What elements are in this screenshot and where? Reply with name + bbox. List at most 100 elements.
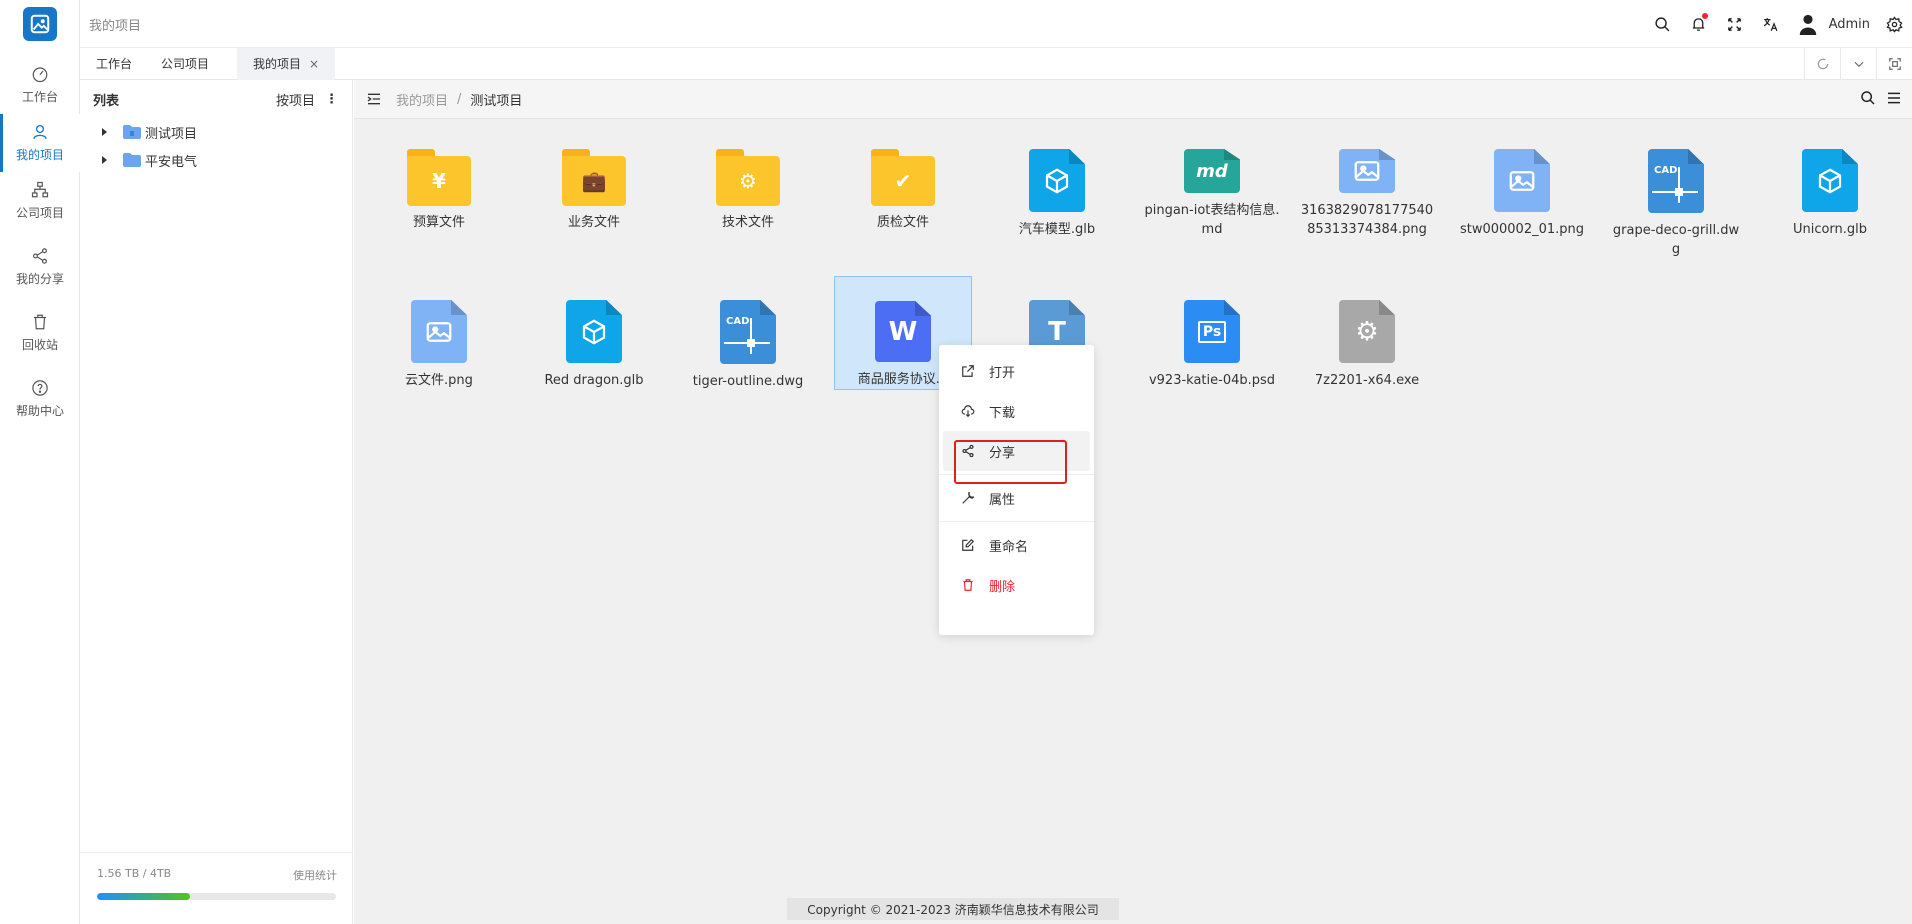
- main-toolbar: 我的项目 / 测试项目: [354, 80, 1912, 119]
- file-item[interactable]: Red dragon.glb: [525, 276, 663, 390]
- sidebar-item-label: 回收站: [21, 338, 58, 352]
- sidebar-item-dashboard[interactable]: 工作台: [0, 56, 80, 114]
- avatar: [1799, 14, 1816, 35]
- fullscreen-icon: [1728, 17, 1741, 31]
- sidebar-item-my-shares[interactable]: 我的分享: [0, 238, 80, 296]
- storage-usage-text: 1.56 TB / 4TB: [97, 867, 172, 880]
- file-type-label: md: [1196, 160, 1228, 182]
- sidebar-item-my-projects[interactable]: 我的项目: [0, 114, 80, 172]
- trash-icon: [34, 314, 46, 330]
- tab-label: 工作台: [96, 57, 133, 71]
- context-menu: 打开 下载 分享 属性 重命名 删除: [939, 345, 1094, 635]
- file-item[interactable]: ¥ 预算文件: [370, 125, 508, 239]
- tab-dropdown-button[interactable]: [1840, 48, 1876, 80]
- word-file-icon: W: [875, 301, 931, 362]
- menu-item-open[interactable]: 打开: [939, 351, 1094, 391]
- file-name: 质检文件: [876, 215, 929, 230]
- caret-right-icon[interactable]: [102, 156, 107, 164]
- tree-node-pingan-electric[interactable]: 平安电气: [80, 146, 352, 174]
- file-name: 7z2201-x64.exe: [1314, 373, 1420, 388]
- folder-icon: ⚙: [716, 149, 780, 206]
- notification-button[interactable]: [1681, 6, 1717, 42]
- wrench-icon: [962, 491, 975, 504]
- cad-file-icon: CAD: [1648, 149, 1704, 213]
- search-files-button[interactable]: [1860, 90, 1876, 106]
- user-menu[interactable]: Admin: [1797, 13, 1870, 35]
- dashboard-icon: [32, 67, 48, 83]
- file-item[interactable]: Unicorn.glb: [1761, 125, 1899, 239]
- sidebar-item-recycle-bin[interactable]: 回收站: [0, 304, 80, 362]
- breadcrumb-parent[interactable]: 我的项目: [396, 90, 448, 109]
- caret-right-icon[interactable]: [102, 128, 107, 136]
- maximize-button[interactable]: [1876, 48, 1912, 80]
- menu-divider: [939, 521, 1094, 522]
- tree-node-label: 测试项目: [145, 126, 198, 142]
- file-item[interactable]: ⚙ 7z2201-x64.exe: [1298, 276, 1436, 390]
- project-tree-panel: 列表 按项目 ⋮ 测试项目 平安电气 1.56 TB / 4TB 使用统计: [80, 80, 353, 924]
- sidebar-item-label: 我的分享: [15, 272, 64, 286]
- menu-item-delete[interactable]: 删除: [939, 565, 1094, 605]
- tab-dashboard[interactable]: 工作台: [80, 48, 148, 80]
- sidebar-item-label: 我的项目: [15, 148, 64, 162]
- file-item[interactable]: 3163829078177540 85313374384.png: [1298, 125, 1436, 239]
- close-icon[interactable]: ×: [309, 57, 319, 71]
- search-icon: [1655, 16, 1670, 31]
- left-sidebar: 工作台 我的项目 公司项目 我的分享 回收站 帮助中心: [0, 0, 80, 924]
- file-name: 汽车模型.glb: [1018, 222, 1096, 237]
- sidebar-item-help-center[interactable]: 帮助中心: [0, 370, 80, 428]
- tab-company-projects[interactable]: 公司项目: [145, 48, 225, 80]
- menu-item-label: 分享: [989, 445, 1016, 461]
- list-view-button[interactable]: [1886, 90, 1902, 106]
- file-item[interactable]: CAD grape-deco-grill.dw g: [1607, 125, 1745, 257]
- file-item[interactable]: 汽车模型.glb: [988, 125, 1126, 239]
- sidebar-item-company-projects[interactable]: 公司项目: [0, 172, 80, 230]
- more-icon[interactable]: ⋮: [325, 92, 338, 107]
- menu-item-label: 下载: [989, 405, 1016, 421]
- storage-usage: 1.56 TB / 4TB 使用统计: [80, 852, 353, 924]
- breadcrumb: 我的项目 / 测试项目: [396, 90, 522, 109]
- menu-item-label: 打开: [989, 365, 1016, 381]
- file-item[interactable]: ⚙ 技术文件: [679, 125, 817, 239]
- file-item[interactable]: ✔ 质检文件: [834, 125, 972, 239]
- footer-copyright: Copyright © 2021-2023 济南颖华信息技术有限公司: [787, 898, 1119, 920]
- share-icon: [33, 248, 47, 264]
- file-item[interactable]: Ps v923-katie-04b.psd: [1143, 276, 1281, 390]
- cad-file-icon: CAD: [720, 300, 776, 364]
- img-file-icon: [1339, 149, 1395, 193]
- file-item[interactable]: 💼 业务文件: [525, 125, 663, 239]
- file-item[interactable]: stw000002_01.png: [1453, 125, 1591, 239]
- folder-symbol: ¥: [432, 169, 446, 193]
- file-item[interactable]: md pingan-iot表结构信息.md: [1143, 125, 1281, 239]
- language-button[interactable]: [1753, 6, 1789, 42]
- file-item[interactable]: CAD tiger-outline.dwg: [679, 276, 817, 390]
- search-button[interactable]: [1645, 6, 1681, 42]
- menu-item-download[interactable]: 下载: [939, 391, 1094, 431]
- psd-file-icon: Ps: [1184, 300, 1240, 363]
- menu-item-properties[interactable]: 属性: [939, 478, 1094, 518]
- storage-progress-fill: [97, 893, 191, 900]
- sort-by-project-button[interactable]: 按项目: [276, 90, 315, 109]
- tree-node-test-project[interactable]: 测试项目: [80, 118, 352, 146]
- settings-button[interactable]: [1876, 6, 1912, 42]
- menu-item-rename[interactable]: 重命名: [939, 525, 1094, 565]
- file-name: 技术文件: [721, 215, 774, 230]
- fullscreen-button[interactable]: [1717, 6, 1753, 42]
- glb-file-icon: [566, 300, 622, 363]
- folder-icon: ✔: [871, 149, 935, 206]
- img-file-icon: [411, 300, 467, 363]
- sidebar-item-label: 帮助中心: [15, 404, 64, 418]
- app-logo[interactable]: [23, 7, 57, 41]
- open-external-icon: [962, 365, 974, 377]
- folder-symbol: ✔: [894, 169, 912, 193]
- page-title: 我的项目: [89, 19, 142, 34]
- usage-stats-link[interactable]: 使用统计: [293, 867, 337, 883]
- user-name: Admin: [1828, 16, 1870, 32]
- collapse-menu-icon[interactable]: [366, 91, 382, 107]
- file-item[interactable]: 云文件.png: [370, 276, 508, 390]
- menu-item-share[interactable]: 分享: [943, 431, 1090, 471]
- refresh-tab-button[interactable]: [1804, 48, 1840, 80]
- file-name: Unicorn.glb: [1792, 222, 1868, 237]
- cloud-download-icon: [961, 405, 975, 418]
- tab-my-projects[interactable]: 我的项目 ×: [237, 48, 336, 80]
- file-name: Red dragon.glb: [544, 373, 644, 388]
